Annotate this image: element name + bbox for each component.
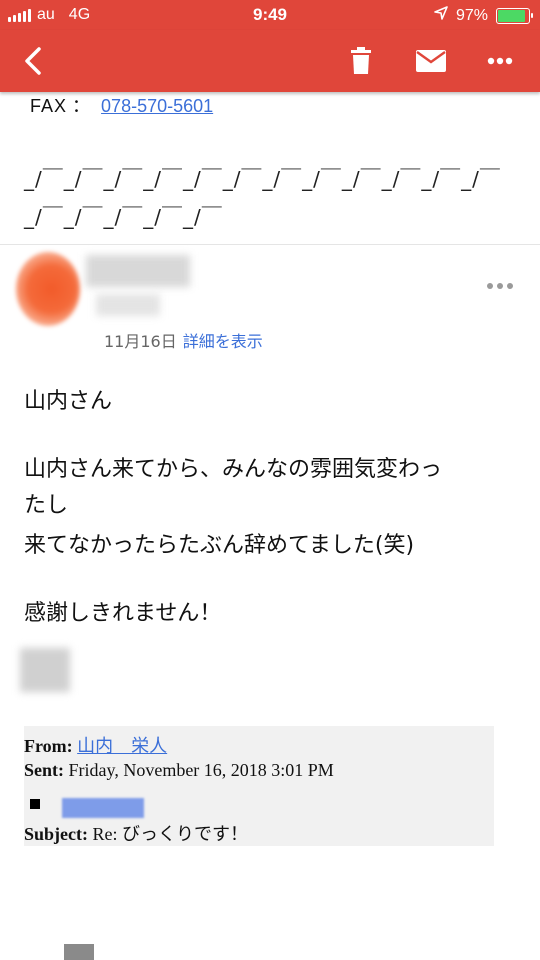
thanks-line: 感謝しきれません！ bbox=[24, 601, 222, 626]
message-divider bbox=[0, 244, 540, 245]
show-details-link[interactable]: 詳細を表示 bbox=[183, 332, 263, 351]
mail-button[interactable] bbox=[406, 30, 456, 92]
body-line-2: たし bbox=[24, 493, 69, 518]
signature-decoration: _/￣_/￣_/￣_/￣_/￣_/￣_/￣_/￣_/￣_/￣_/￣_/￣_/￣_… bbox=[24, 167, 501, 229]
back-arrow-icon bbox=[25, 47, 41, 75]
more-button[interactable] bbox=[474, 30, 526, 92]
status-bar: au 4G 9:49 97% bbox=[0, 0, 540, 30]
delete-button[interactable] bbox=[338, 30, 384, 92]
message-date: 11月16日 bbox=[104, 332, 177, 351]
toolbar bbox=[0, 30, 540, 92]
sent-value: Friday, November 16, 2018 3:01 PM bbox=[68, 760, 334, 780]
battery-percent: 97% bbox=[455, 6, 488, 24]
redacted-recipient bbox=[96, 294, 160, 316]
subject-value: Re: びっくりです！ bbox=[92, 824, 249, 844]
quoted-sent: Sent: Friday, November 16, 2018 3:01 PM bbox=[24, 760, 334, 781]
message-more-button[interactable] bbox=[484, 274, 516, 298]
fax-line: FAX ： 078-570-5601 bbox=[30, 92, 213, 118]
back-button[interactable] bbox=[8, 30, 58, 92]
from-label: From: bbox=[24, 736, 73, 756]
redacted-sender-name bbox=[86, 255, 190, 287]
fax-number-link[interactable]: 078-570-5601 bbox=[101, 96, 213, 116]
quoted-subject: Subject: Re: びっくりです！ bbox=[24, 820, 248, 846]
redacted-signature bbox=[20, 648, 70, 692]
redacted-to-label bbox=[30, 799, 40, 809]
avatar[interactable] bbox=[16, 252, 80, 326]
subject-label: Subject: bbox=[24, 824, 88, 844]
greeting-line: 山内さん bbox=[24, 389, 113, 414]
location-icon bbox=[434, 6, 448, 25]
status-right: 97% bbox=[434, 6, 533, 25]
redacted-to-value bbox=[62, 798, 144, 818]
sent-label: Sent: bbox=[24, 760, 64, 780]
quoted-header: From: 山内 栄人 Sent: Friday, November 16, 2… bbox=[24, 726, 494, 846]
quoted-from: From: 山内 栄人 bbox=[24, 732, 167, 758]
more-horizontal-icon bbox=[487, 57, 513, 65]
body-line-3: 来てなかったらたぶん辞めてました(笑) bbox=[24, 533, 415, 558]
battery-icon bbox=[496, 7, 533, 24]
envelope-icon bbox=[416, 50, 446, 72]
from-value-link[interactable]: 山内 栄人 bbox=[77, 736, 167, 756]
fax-colon: ： bbox=[72, 96, 91, 116]
attachment-thumbnail[interactable] bbox=[64, 944, 94, 960]
fax-label: FAX bbox=[30, 96, 68, 116]
trash-icon bbox=[351, 47, 371, 74]
message-date-line: 11月16日 詳細を表示 bbox=[104, 328, 263, 352]
body-line-1: 山内さん来てから、みんなの雰囲気変わっ bbox=[24, 457, 443, 482]
